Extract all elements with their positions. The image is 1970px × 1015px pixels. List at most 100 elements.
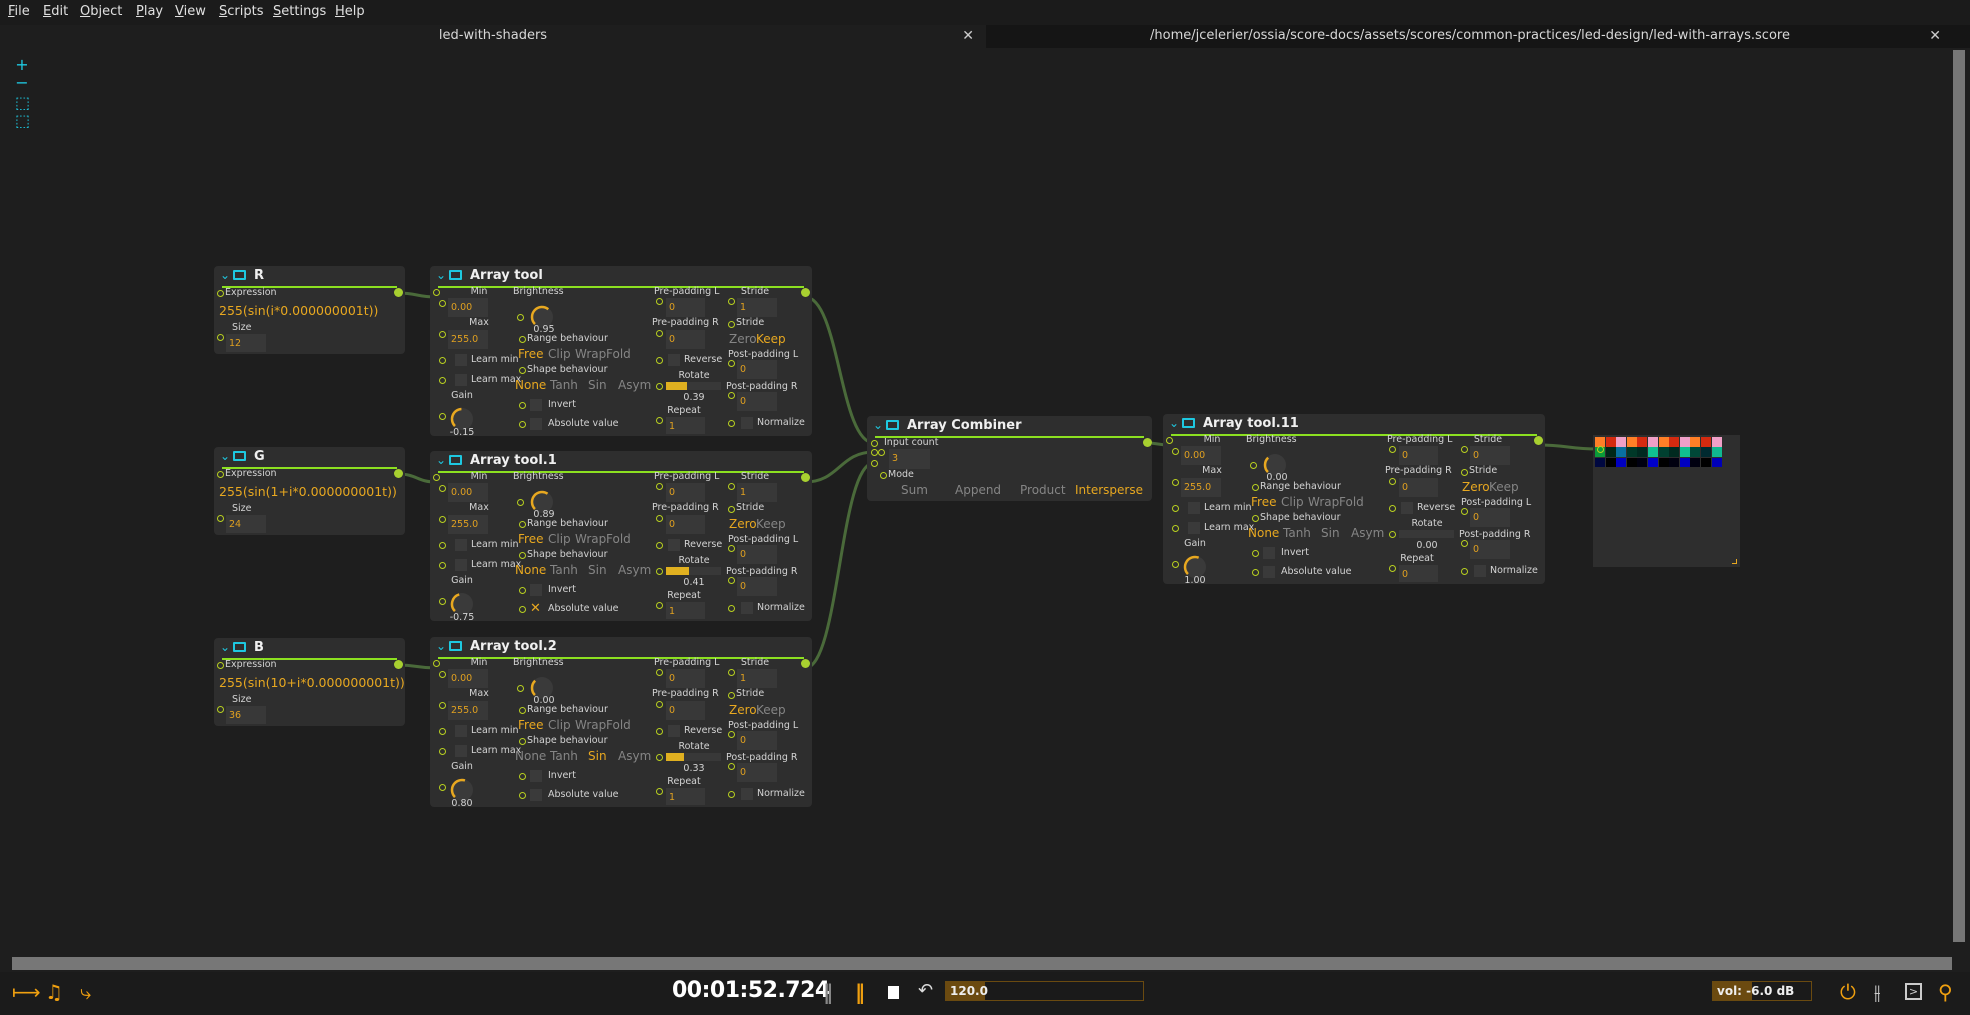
stride-inlet[interactable]: [728, 669, 735, 676]
horizontal-scrollbar[interactable]: [12, 957, 1952, 970]
loop-back-icon[interactable]: ↶: [918, 980, 933, 1001]
min-inlet[interactable]: [439, 300, 446, 307]
expression-node-b[interactable]: ⌄ B Expression 255(sin(10+i*0.000000001t)) S…: [214, 638, 405, 726]
stride-field[interactable]: 1: [737, 483, 777, 502]
range-free[interactable]: Free: [518, 718, 543, 732]
console-icon[interactable]: >: [1905, 983, 1922, 1000]
fit-selection-icon[interactable]: ⬚: [15, 113, 30, 129]
outlet-port[interactable]: [801, 659, 810, 668]
collapse-chevron-icon[interactable]: ⌄: [436, 268, 446, 282]
gain-inlet[interactable]: [439, 413, 446, 420]
post-padding-r-field[interactable]: 0: [737, 763, 777, 782]
pre-padding-l-field[interactable]: 0: [1399, 446, 1438, 465]
folder-icon[interactable]: [233, 451, 246, 461]
fit-all-icon[interactable]: ⬚: [15, 95, 30, 111]
mode-inlet[interactable]: [880, 472, 887, 479]
stride-mode-keep[interactable]: Keep: [756, 517, 786, 531]
cable[interactable]: [1537, 443, 1599, 451]
learn-min-checkbox[interactable]: [455, 539, 467, 551]
rotate-slider[interactable]: [666, 382, 721, 390]
range-wrap[interactable]: Wrap: [1308, 495, 1339, 509]
rotate-slider[interactable]: [1399, 530, 1454, 538]
stride-field[interactable]: 1: [737, 298, 777, 317]
led-view-node[interactable]: [1593, 435, 1740, 567]
stop-button[interactable]: [888, 986, 899, 999]
stride-mode-keep[interactable]: Keep: [756, 332, 786, 346]
inlet-port[interactable]: [439, 542, 446, 549]
range-wrap[interactable]: Wrap: [575, 718, 606, 732]
invert-checkbox[interactable]: [530, 399, 542, 411]
search-icon[interactable]: ⚲: [1938, 980, 1953, 1004]
pre-padding-r-inlet[interactable]: [656, 330, 663, 337]
mode-append[interactable]: Append: [955, 483, 1001, 497]
collapse-chevron-icon[interactable]: ⌄: [436, 453, 446, 467]
outlet-port[interactable]: [1143, 438, 1152, 447]
inlet-port[interactable]: [519, 792, 526, 799]
range-clip[interactable]: Clip: [1281, 495, 1304, 509]
shape-none[interactable]: None: [515, 378, 546, 392]
shape-sin[interactable]: Sin: [588, 378, 607, 392]
max-field[interactable]: 255.0: [448, 330, 488, 349]
cable[interactable]: [804, 461, 875, 670]
expression-value[interactable]: 255(sin(1+i*0.000000001t)): [219, 484, 397, 499]
stride-mode-zero[interactable]: Zero: [729, 703, 757, 717]
inlet-port[interactable]: [1389, 505, 1396, 512]
mode-product[interactable]: Product: [1020, 483, 1066, 497]
stride-mode-zero[interactable]: Zero: [729, 332, 757, 346]
max-inlet[interactable]: [439, 702, 446, 709]
learn-min-checkbox[interactable]: [1188, 502, 1200, 514]
mode-sum[interactable]: Sum: [901, 483, 928, 497]
range-fold[interactable]: Fold: [606, 718, 631, 732]
shape-tanh[interactable]: Tanh: [1283, 526, 1311, 540]
range-wrap[interactable]: Wrap: [575, 532, 606, 546]
connect-icon[interactable]: ⟼: [12, 980, 41, 1004]
post-padding-r-field[interactable]: 0: [1470, 540, 1510, 559]
inlet-port[interactable]: [1252, 569, 1259, 576]
normalize-checkbox[interactable]: [741, 788, 753, 800]
post-padding-r-field[interactable]: 0: [737, 577, 777, 596]
folder-icon[interactable]: [233, 642, 246, 652]
shape-asym[interactable]: Asym: [618, 378, 651, 392]
inlet-port[interactable]: [1461, 568, 1468, 575]
repeat-inlet[interactable]: [656, 788, 663, 795]
pre-padding-r-field[interactable]: 0: [666, 701, 705, 720]
normalize-checkbox[interactable]: [1474, 565, 1486, 577]
outlet-port[interactable]: [394, 469, 403, 478]
inlet-port[interactable]: [439, 562, 446, 569]
inlet-port[interactable]: [1172, 525, 1179, 532]
inlet-3[interactable]: [871, 460, 878, 467]
pre-padding-l-field[interactable]: 0: [666, 483, 705, 502]
repeat-inlet[interactable]: [656, 417, 663, 424]
folder-icon[interactable]: [1182, 418, 1195, 428]
max-inlet[interactable]: [439, 331, 446, 338]
zoom-out-icon[interactable]: −: [15, 75, 29, 91]
inlet-port[interactable]: [728, 605, 735, 612]
min-inlet[interactable]: [439, 671, 446, 678]
array-tool-node[interactable]: ⌄ Array tool Min 0.00 Max 255.0 Learn min Learn…: [430, 266, 812, 438]
max-field[interactable]: 255.0: [1181, 478, 1221, 497]
learn-max-checkbox[interactable]: [455, 559, 467, 571]
size-inlet[interactable]: [217, 706, 224, 713]
reverse-checkbox[interactable]: [668, 354, 680, 366]
post-padding-l-inlet[interactable]: [1461, 508, 1468, 515]
range-free[interactable]: Free: [518, 347, 543, 361]
main-inlet[interactable]: [433, 289, 440, 296]
inlet-port[interactable]: [519, 367, 526, 374]
inlet-port[interactable]: [656, 542, 663, 549]
shape-sin[interactable]: Sin: [588, 749, 607, 763]
shape-asym[interactable]: Asym: [618, 749, 651, 763]
post-padding-l-inlet[interactable]: [728, 360, 735, 367]
pre-padding-r-field[interactable]: 0: [666, 515, 705, 534]
brightness-inlet[interactable]: [517, 499, 524, 506]
brightness-inlet[interactable]: [1250, 462, 1257, 469]
inlet-port[interactable]: [1461, 469, 1468, 476]
pre-padding-l-field[interactable]: 0: [666, 298, 705, 317]
expression-inlet[interactable]: [217, 471, 224, 478]
inlet-port[interactable]: [656, 357, 663, 364]
gain-inlet[interactable]: [1172, 561, 1179, 568]
array-tool-node[interactable]: ⌄ Array tool.11 Min 0.00 Max 255.0 Learn min Le…: [1163, 414, 1545, 586]
input-count-inlet[interactable]: [878, 449, 885, 456]
reverse-checkbox[interactable]: [668, 539, 680, 551]
collapse-chevron-icon[interactable]: ⌄: [220, 268, 230, 282]
range-fold[interactable]: Fold: [1339, 495, 1364, 509]
